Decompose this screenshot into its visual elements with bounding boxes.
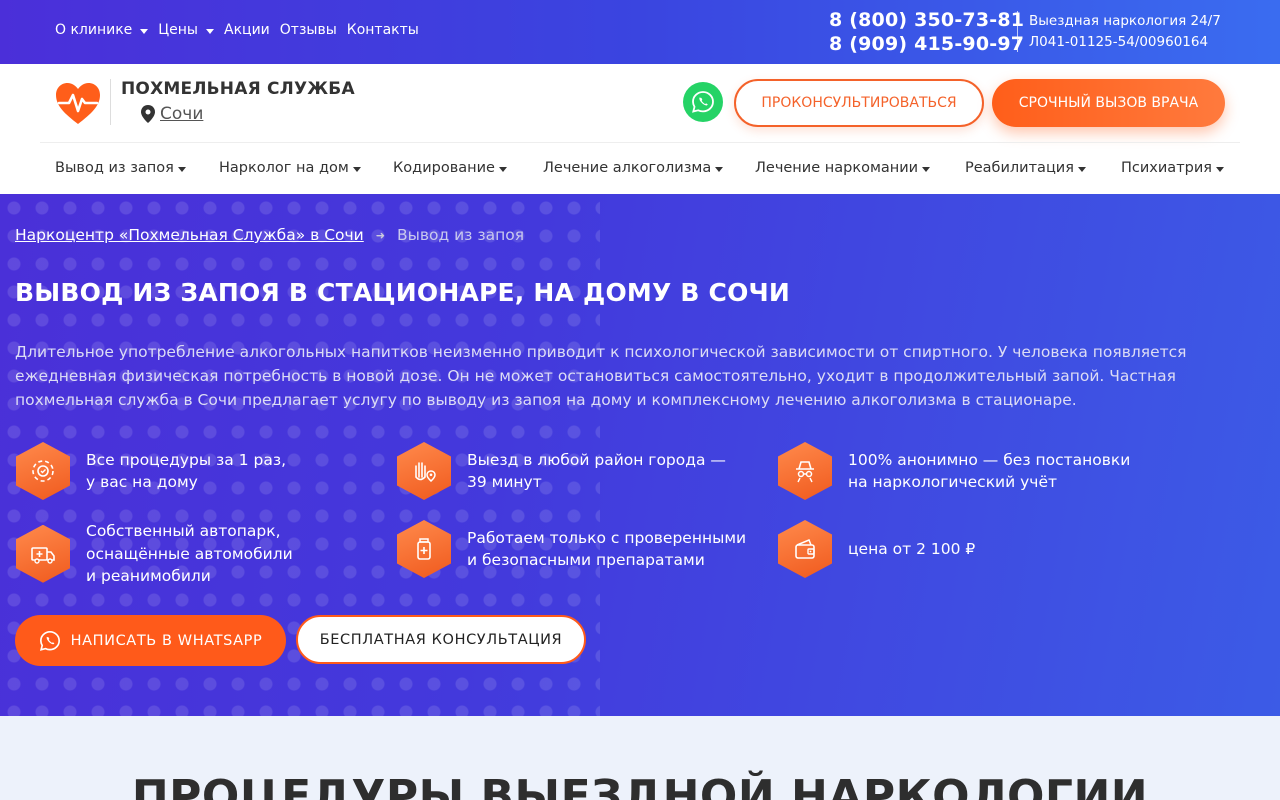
top-info: Выездная наркология 24/7 Л041-01125-54/0… (1029, 11, 1221, 53)
main-nav-label: Лечение наркомании (755, 160, 919, 176)
license-number: Л041-01125-54/00960164 (1029, 34, 1209, 50)
heart-pulse-logo-icon[interactable] (55, 82, 101, 126)
main-nav-coding[interactable]: Кодирование (393, 160, 507, 176)
service-hours: Выездная наркология 24/7 (1029, 13, 1221, 29)
header: ПОХМЕЛЬНАЯ СЛУЖБА Сочи ПРОКОНСУЛЬТИРОВАТ… (0, 64, 1280, 142)
whatsapp-icon (692, 91, 714, 113)
hero-section: Наркоцентр «Похмельная Служба» в Сочи ➜ … (0, 194, 1280, 716)
breadcrumb-arrow-icon: ➜ (375, 228, 385, 242)
feature-text: Выезд в любой район города — 39 минут (467, 450, 726, 492)
breadcrumb-current: Вывод из запоя (396, 226, 525, 244)
main-nav-rehab[interactable]: Реабилитация (965, 160, 1086, 176)
chevron-down-icon (1077, 166, 1086, 172)
main-nav-drug-addiction[interactable]: Лечение наркомании (755, 160, 931, 176)
feature-item: 100% анонимно — без постановки на наркол… (778, 442, 1130, 500)
free-consult-button[interactable]: БЕСПЛАТНАЯ КОНСУЛЬТАЦИЯ (296, 615, 586, 664)
phone-link-1[interactable]: 8 (800) 350-73-81 (829, 8, 1024, 32)
breadcrumb-home-link[interactable]: Наркоцентр «Похмельная Служба» в Сочи (15, 226, 364, 244)
feature-text: Работаем только с проверенными и безопас… (467, 528, 747, 570)
phone-link-2[interactable]: 8 (909) 415-90-97 (829, 32, 1024, 56)
feature-item: Собственный автопарк, оснащённые автомоб… (16, 520, 293, 588)
top-nav-reviews[interactable]: Отзывы (280, 22, 337, 38)
main-nav-label: Психиатрия (1121, 160, 1212, 176)
page-title: ВЫВОД ИЗ ЗАПОЯ В СТАЦИОНАРЕ, НА ДОМУ В С… (15, 278, 791, 307)
top-nav-about-label: О клинике (55, 22, 133, 38)
section-title: ПРОЦЕДУРЫ ВЫЕЗДНОЙ НАРКОЛОГИИ (131, 771, 1149, 800)
incognito-icon (778, 442, 832, 500)
city-name: Сочи (160, 104, 204, 124)
feature-item: Работаем только с проверенными и безопас… (397, 520, 746, 578)
main-nav-label: Вывод из запоя (55, 160, 174, 176)
procedures-section: ПРОЦЕДУРЫ ВЫЕЗДНОЙ НАРКОЛОГИИ (0, 716, 1280, 800)
feature-item: Выезд в любой район города — 39 минут (397, 442, 726, 500)
top-nav-prices-label: Цены (158, 22, 198, 38)
consult-button[interactable]: ПРОКОНСУЛЬТИРОВАТЬСЯ (734, 79, 984, 127)
top-bar: О клинике Цены Акции Отзывы Контакты 8 (… (0, 0, 1280, 64)
whatsapp-icon (39, 630, 60, 651)
main-nav: Вывод из запоя Нарколог на дом Кодирован… (40, 142, 1240, 194)
chevron-down-icon (715, 166, 724, 172)
city-selector[interactable]: Сочи (141, 104, 203, 124)
phone-numbers: 8 (800) 350-73-81 8 (909) 415-90-97 (829, 8, 1024, 56)
top-nav: О клинике Цены Акции Отзывы Контакты (55, 22, 419, 38)
gear-icon (16, 442, 70, 500)
main-nav-label: Кодирование (393, 160, 495, 176)
top-nav-contacts-label: Контакты (346, 22, 419, 38)
chevron-down-icon (206, 28, 214, 34)
divider (1017, 11, 1018, 52)
chevron-down-icon (498, 166, 507, 172)
chevron-down-icon (922, 166, 931, 172)
top-nav-contacts[interactable]: Контакты (347, 22, 419, 38)
medicine-bottle-icon (397, 520, 451, 578)
chevron-down-icon (177, 166, 186, 172)
feature-item: цена от 2 100 ₽ (778, 520, 975, 578)
top-nav-promos[interactable]: Акции (224, 22, 270, 38)
feature-text: 100% анонимно — без постановки на наркол… (848, 450, 1131, 492)
top-nav-about[interactable]: О клинике (55, 22, 149, 38)
logo-divider (110, 79, 111, 125)
intro-text: Длительное употребление алкогольных напи… (15, 343, 1187, 409)
main-nav-narcologist-home[interactable]: Нарколог на дом (219, 160, 361, 176)
hand-location-icon (397, 442, 451, 500)
main-nav-label: Реабилитация (965, 160, 1074, 176)
chevron-down-icon (1216, 166, 1224, 172)
whatsapp-button[interactable]: НАПИСАТЬ В WHATSAPP (15, 615, 286, 666)
whatsapp-icon-button[interactable] (683, 82, 723, 122)
urgent-doctor-button[interactable]: СРОЧНЫЙ ВЫЗОВ ВРАЧА (992, 79, 1225, 127)
main-nav-detox[interactable]: Вывод из запоя (55, 160, 186, 176)
chevron-down-icon (352, 166, 361, 172)
top-nav-prices[interactable]: Цены (158, 22, 214, 38)
top-nav-reviews-label: Отзывы (279, 22, 337, 38)
brand-name[interactable]: ПОХМЕЛЬНАЯ СЛУЖБА (121, 79, 355, 99)
main-nav-label: Лечение алкоголизма (543, 160, 712, 176)
breadcrumb: Наркоцентр «Похмельная Служба» в Сочи ➜ … (15, 226, 524, 244)
map-pin-icon (141, 105, 155, 123)
whatsapp-button-label: НАПИСАТЬ В WHATSAPP (70, 632, 263, 649)
main-nav-label: Нарколог на дом (219, 160, 349, 176)
wallet-icon (778, 520, 832, 578)
feature-item: Все процедуры за 1 раз, у вас на дому (16, 442, 286, 500)
top-nav-promos-label: Акции (224, 22, 270, 38)
feature-text: Все процедуры за 1 раз, у вас на дому (86, 450, 287, 492)
main-nav-alcoholism[interactable]: Лечение алкоголизма (543, 160, 724, 176)
chevron-down-icon (140, 28, 149, 34)
main-nav-psychiatry[interactable]: Психиатрия (1121, 160, 1224, 176)
ambulance-icon (16, 524, 70, 583)
feature-text: Собственный автопарк, оснащённые автомоб… (86, 522, 293, 585)
feature-text: цена от 2 100 ₽ (848, 539, 976, 558)
